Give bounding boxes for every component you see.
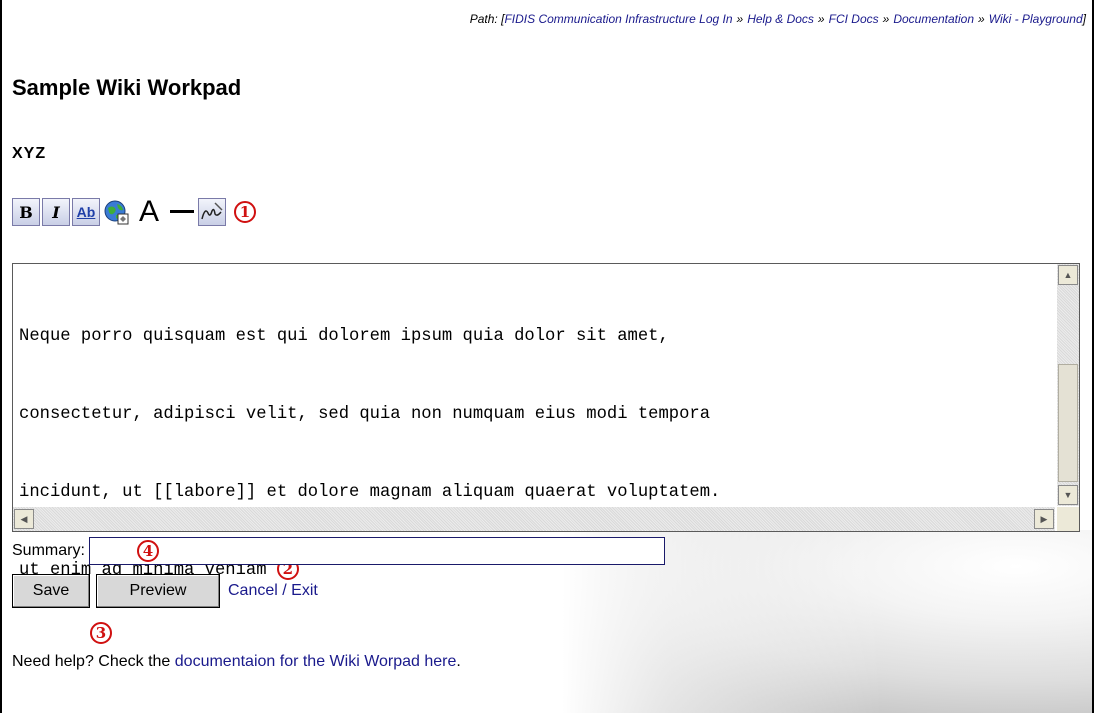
page-title: Sample Wiki Workpad: [12, 75, 242, 100]
breadcrumb-separator: »: [882, 12, 890, 26]
breadcrumb-item-documentation[interactable]: Documentation: [893, 12, 974, 26]
italic-button[interactable]: I: [42, 198, 70, 226]
bold-icon: B: [19, 202, 33, 222]
scroll-up-button[interactable]: ▲: [1058, 265, 1078, 285]
link-icon: Ab: [76, 204, 96, 220]
help-suffix: .: [456, 653, 461, 670]
globe-icon: [104, 200, 129, 225]
callout-marker-1: 1: [234, 201, 256, 223]
breadcrumb-item-login[interactable]: FIDIS Communication Infrastructure Log I…: [504, 12, 732, 26]
breadcrumb-separator: »: [736, 12, 744, 26]
help-prefix: Need help? Check the: [12, 653, 175, 670]
headline-icon: A: [138, 195, 159, 228]
form-actions: Save Preview Cancel / Exit: [12, 574, 318, 608]
arrow-right-icon: ▶: [1040, 513, 1048, 524]
horizontal-rule-button[interactable]: [168, 198, 196, 226]
arrow-up-icon: ▲: [1063, 270, 1073, 280]
signature-button[interactable]: [198, 198, 226, 226]
cancel-exit-link[interactable]: Cancel / Exit: [228, 582, 318, 600]
scroll-down-button[interactable]: ▼: [1058, 485, 1078, 505]
scroll-right-button[interactable]: ▶: [1034, 509, 1054, 529]
vertical-scroll-thumb[interactable]: [1058, 364, 1078, 482]
formatting-toolbar: B I Ab A 1: [12, 195, 256, 228]
wiki-text-editor[interactable]: Neque porro quisquam est qui dolorem ips…: [12, 263, 1080, 580]
callout-marker-4: 4: [137, 540, 159, 562]
summary-row: Summary:: [12, 537, 665, 565]
breadcrumb-item-wiki-playground[interactable]: Wiki - Playground: [989, 12, 1083, 26]
summary-label: Summary:: [12, 542, 85, 559]
documentation-link[interactable]: documentaion for the Wiki Worpad here: [175, 653, 457, 670]
breadcrumb-separator: »: [817, 12, 825, 26]
italic-icon: I: [52, 202, 60, 222]
scroll-left-button[interactable]: ◀: [14, 509, 34, 529]
headline-button[interactable]: A: [132, 195, 166, 228]
scrollbar-corner: [1057, 507, 1079, 531]
editor-textarea[interactable]: Neque porro quisquam est qui dolorem ips…: [13, 264, 1055, 580]
breadcrumb-suffix: ]: [1082, 12, 1086, 26]
arrow-down-icon: ▼: [1063, 490, 1073, 500]
save-button[interactable]: Save: [12, 574, 90, 608]
callout-marker-3: 3: [90, 622, 112, 644]
help-text: Need help? Check the documentaion for th…: [12, 653, 461, 671]
breadcrumb-prefix: Path: [: [469, 12, 505, 26]
summary-input[interactable]: [88, 537, 665, 565]
signature-icon: [201, 202, 223, 220]
breadcrumb: Path: [FIDIS Communication Infrastructur…: [470, 12, 1086, 26]
editor-line: consectetur, adipisci velit, sed quia no…: [19, 405, 711, 424]
bold-button[interactable]: B: [12, 198, 40, 226]
link-button[interactable]: Ab: [72, 198, 100, 226]
breadcrumb-separator: »: [978, 12, 985, 26]
vertical-scrollbar[interactable]: ▲ ▼: [1057, 264, 1079, 506]
horizontal-rule-icon: [170, 210, 194, 213]
breadcrumb-item-help-docs[interactable]: Help & Docs: [747, 12, 814, 26]
editor-line: incidunt, ut [[labore]] et dolore magnam…: [19, 483, 721, 502]
breadcrumb-item-fci-docs[interactable]: FCI Docs: [829, 12, 879, 26]
preview-button[interactable]: Preview: [96, 574, 220, 608]
sub-heading: XYZ: [12, 145, 47, 162]
arrow-left-icon: ◀: [20, 513, 28, 524]
external-link-button[interactable]: [102, 198, 130, 226]
page-frame: Path: [FIDIS Communication Infrastructur…: [0, 0, 1094, 713]
editor-line: Neque porro quisquam est qui dolorem ips…: [19, 327, 669, 346]
horizontal-scrollbar[interactable]: ◀ ▶: [13, 507, 1055, 531]
